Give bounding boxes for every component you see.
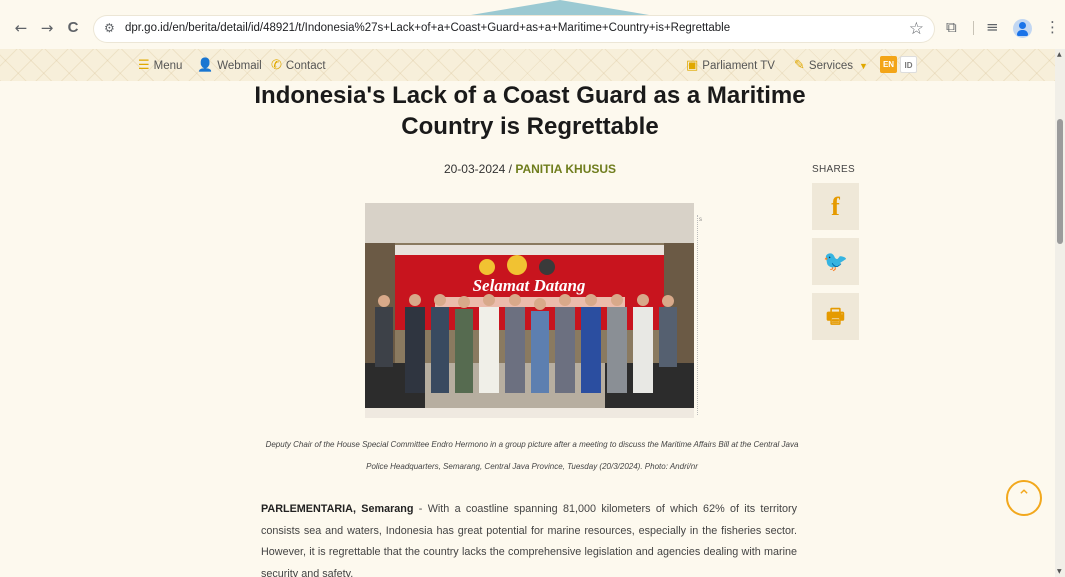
facebook-share-button[interactable]: f: [812, 183, 859, 230]
reading-list-icon[interactable]: ≡: [986, 18, 999, 36]
facebook-icon: f: [831, 192, 840, 221]
scroll-thumb[interactable]: [1057, 119, 1063, 244]
toolbar-divider: [973, 21, 974, 35]
phone-icon: ✆: [271, 58, 282, 73]
site-info-icon[interactable]: ⚙: [104, 21, 115, 35]
tv-icon: ▣: [686, 58, 699, 73]
bookmark-star-icon[interactable]: ☆: [909, 19, 924, 39]
page-scrollbar[interactable]: ▲ ▼: [1055, 49, 1065, 577]
scroll-to-top-button[interactable]: ⌃: [1006, 480, 1042, 516]
url-text[interactable]: dpr.go.id/en/berita/detail/id/48921/t/In…: [125, 22, 730, 34]
webmail-label: Webmail: [217, 59, 262, 72]
browser-menu-icon[interactable]: ⋮: [1045, 18, 1060, 36]
menu-link[interactable]: ☰ Menu: [138, 58, 182, 73]
services-label: Services: [808, 59, 854, 72]
contact-label: Contact: [285, 59, 326, 72]
chevron-up-icon: ⌃: [1016, 487, 1032, 507]
photo-caption: Deputy Chair of the House Special Commit…: [265, 440, 799, 471]
edit-icon: ✎: [794, 58, 805, 73]
photo-banner-text: Selamat Datang: [473, 276, 586, 295]
parliament-tv-link[interactable]: ▣ Parliament TV: [686, 58, 775, 73]
extensions-icon[interactable]: ⧉: [946, 18, 957, 36]
article-category[interactable]: PANITIA KHUSUS: [515, 162, 616, 176]
article-lead: PARLEMENTARIA, Semarang: [261, 503, 414, 515]
language-en-button[interactable]: EN: [880, 56, 897, 73]
site-top-bar: ☰ Menu 👤 Webmail ✆ Contact ▣ Parliament …: [0, 49, 1055, 81]
back-button[interactable]: ←: [12, 19, 30, 37]
article-meta: 20-03-2024 / PANITIA KHUSUS: [340, 162, 720, 176]
services-dropdown[interactable]: ✎ Services ▼: [794, 58, 868, 73]
reload-button[interactable]: C: [64, 19, 82, 37]
contact-link[interactable]: ✆ Contact: [271, 58, 326, 73]
article-date: 20-03-2024: [443, 162, 506, 176]
hamburger-icon: ☰: [138, 58, 150, 73]
print-button[interactable]: 🖶: [812, 293, 859, 340]
article-body: PARLEMENTARIA, Semarang - With a coastli…: [261, 499, 797, 577]
scroll-up-arrow-icon[interactable]: ▲: [1057, 51, 1062, 58]
profile-avatar[interactable]: [1013, 19, 1032, 38]
browser-toolbar: ← → C ⚙ dpr.go.id/en/berita/detail/id/48…: [0, 0, 1065, 56]
article-photo: Selamat Datang: [365, 203, 694, 418]
language-id-button[interactable]: ID: [900, 56, 917, 73]
printer-icon: 🖶: [826, 304, 845, 328]
decorative-triangle: [465, 0, 655, 16]
meta-separator: /: [505, 162, 516, 176]
group-photo-illustration: Selamat Datang: [365, 203, 694, 418]
forward-button[interactable]: →: [38, 19, 56, 37]
webmail-link[interactable]: 👤 Webmail: [197, 58, 262, 73]
article-title: Indonesia's Lack of a Coast Guard as a M…: [254, 82, 806, 140]
twitter-share-button[interactable]: 🐦: [812, 238, 859, 285]
user-icon: 👤: [197, 58, 214, 73]
menu-label: Menu: [153, 59, 183, 72]
shares-label: SHARES: [812, 164, 855, 175]
scroll-down-arrow-icon[interactable]: ▼: [1057, 568, 1062, 575]
address-bar[interactable]: ⚙ dpr.go.id/en/berita/detail/id/48921/t/…: [94, 16, 934, 42]
parliament-tv-label: Parliament TV: [702, 59, 775, 72]
twitter-icon: 🐦: [823, 249, 848, 273]
photo-side-label: s: [699, 217, 702, 223]
photo-side-mark: s: [697, 215, 702, 415]
chevron-down-icon: ▼: [859, 60, 868, 71]
